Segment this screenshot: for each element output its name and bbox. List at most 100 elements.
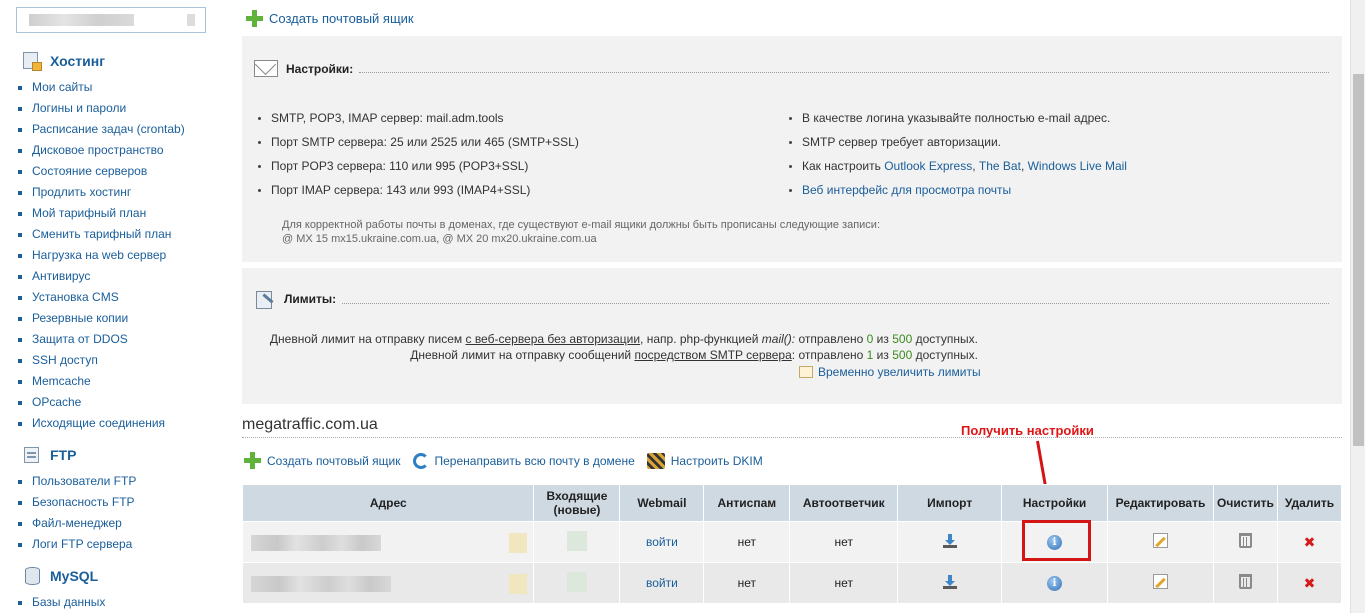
menu-item[interactable]: Memcache [18, 371, 185, 392]
menu-item[interactable]: OPcache [18, 392, 185, 413]
table-row: войти нет нет i ✖ [241, 562, 1343, 604]
plus-icon [246, 10, 263, 27]
webmail-login-link[interactable]: войти [619, 521, 705, 563]
menu-item[interactable]: Логи FTP сервера [18, 534, 136, 555]
incoming-count [533, 521, 621, 563]
settings-header: Настройки: [254, 60, 1329, 77]
antispam-status: нет [703, 521, 791, 563]
menu-item[interactable]: Дисковое пространство [18, 140, 185, 161]
edit-button[interactable] [1107, 521, 1214, 563]
menu-item[interactable]: Состояние серверов [18, 161, 185, 182]
hint-item: SMTP сервер требует авторизации. [789, 130, 1127, 154]
webmail-login-link[interactable]: войти [619, 562, 705, 604]
menu-item[interactable]: Резервные копии [18, 308, 185, 329]
menu-item[interactable]: Защита от DDOS [18, 329, 185, 350]
antispam-status: нет [703, 562, 791, 604]
autoreply-status: нет [789, 562, 899, 604]
delete-button[interactable]: ✖ [1276, 521, 1343, 563]
import-button[interactable] [897, 521, 1003, 563]
col-antispam: Антиспам [703, 484, 791, 522]
edit-button[interactable] [1107, 562, 1214, 604]
menu-item[interactable]: Логины и пароли [18, 98, 185, 119]
mx-records-note: Для корректной работы почты в доменах, г… [282, 219, 881, 245]
setting-item: SMTP, POP3, IMAP сервер: mail.adm.tools [258, 106, 579, 130]
windows-live-mail-link[interactable]: Windows Live Mail [1028, 154, 1127, 178]
menu-item[interactable]: Мой тарифный план [18, 203, 185, 224]
mailbox-address [241, 562, 535, 604]
domain-name: megatraffic.com.ua [242, 416, 378, 433]
outlook-express-link[interactable]: Outlook Express [884, 154, 972, 178]
login-hints-list: В качестве логина указывайте полностью e… [789, 106, 1127, 202]
redirect-icon [412, 452, 429, 469]
account-selector[interactable] [16, 7, 206, 33]
table-header-row: Адрес Входящие (новые) Webmail Антиспам А… [241, 484, 1343, 522]
autoreply-status: нет [789, 521, 899, 563]
mail-envelope-icon [254, 60, 278, 77]
menu-item[interactable]: Продлить хостинг [18, 182, 185, 203]
clear-button[interactable] [1212, 562, 1278, 604]
envelope-edit-icon [799, 366, 813, 378]
dkim-icon [646, 452, 665, 469]
menu-item[interactable]: SSH доступ [18, 350, 185, 371]
section-hosting-title[interactable]: Хостинг [22, 50, 105, 72]
hint-item: В качестве логина указывайте полностью e… [789, 106, 1127, 130]
menu-item[interactable]: Сменить тарифный план [18, 224, 185, 245]
menu-item[interactable]: Установка CMS [18, 287, 185, 308]
limits-panel: Лимиты: Дневной лимит на отправку писем … [242, 268, 1342, 404]
menu-item[interactable]: Нагрузка на web сервер [18, 245, 185, 266]
create-mailbox-link-top[interactable]: Создать почтовый ящик [246, 10, 414, 27]
smtp-limit-row: Дневной лимит на отправку сообщений поср… [410, 348, 978, 362]
get-settings-button[interactable]: i [1001, 521, 1108, 563]
col-webmail: Webmail [619, 484, 705, 522]
col-clear: Очистить [1212, 484, 1278, 522]
delete-x-icon: ✖ [1303, 533, 1316, 550]
page-scrollbar[interactable] [1350, 0, 1365, 613]
menu-item[interactable]: Мои сайты [18, 77, 185, 98]
redirect-all-mail-button[interactable]: Перенаправить всю почту в домене [412, 452, 635, 469]
menu-item[interactable]: Файл-менеджер [18, 513, 136, 534]
menu-item[interactable]: Пользователи FTP [18, 471, 136, 492]
info-icon: i [1047, 576, 1063, 591]
menu-item[interactable]: Расписание задач (crontab) [18, 119, 185, 140]
section-mysql-title[interactable]: MySQL [22, 565, 98, 587]
scrollbar-thumb[interactable] [1353, 74, 1364, 446]
download-icon [942, 574, 957, 589]
setting-item: Порт IMAP сервера: 143 или 993 (IMAP4+SS… [258, 178, 579, 202]
settings-panel: Настройки: SMTP, POP3, IMAP сервер: mail… [242, 36, 1342, 262]
trash-icon [1238, 533, 1252, 548]
domain-actions: Создать почтовый ящик Перенаправить всю … [244, 452, 775, 469]
configure-dkim-button[interactable]: Настроить DKIM [646, 452, 763, 469]
col-delete: Удалить [1276, 484, 1343, 522]
menu-item[interactable]: Антивирус [18, 266, 185, 287]
limits-icon [254, 288, 276, 310]
info-icon: i [1047, 535, 1063, 550]
delete-button[interactable]: ✖ [1276, 562, 1343, 604]
incoming-count [533, 562, 621, 604]
database-icon [22, 565, 44, 587]
limits-header: Лимиты: [254, 288, 1329, 310]
the-bat-link[interactable]: The Bat [979, 154, 1021, 178]
webmail-interface-link[interactable]: Веб интерфейс для просмотра почты [802, 178, 1011, 202]
get-settings-callout: Получить настройки [961, 423, 1094, 438]
delete-x-icon: ✖ [1303, 574, 1316, 591]
hosting-icon [22, 50, 44, 72]
col-autoreply: Автоответчик [789, 484, 899, 522]
account-name-redacted [29, 14, 134, 26]
account-extra-redacted [187, 14, 195, 26]
create-mailbox-button[interactable]: Создать почтовый ящик [244, 452, 401, 469]
raise-limits-link[interactable]: Временно увеличить лимиты [799, 365, 981, 379]
col-address: Адрес [241, 484, 535, 522]
col-edit: Редактировать [1107, 484, 1214, 522]
import-button[interactable] [897, 562, 1003, 604]
setting-item: Порт SMTP сервера: 25 или 2525 или 465 (… [258, 130, 579, 154]
menu-item[interactable]: Базы данных [18, 592, 105, 613]
menu-item[interactable]: Безопасность FTP [18, 492, 136, 513]
get-settings-button[interactable]: i [1001, 562, 1108, 604]
mysql-menu: Базы данных [18, 592, 105, 613]
clear-button[interactable] [1212, 521, 1278, 563]
ftp-icon [22, 444, 44, 466]
menu-item[interactable]: Исходящие соединения [18, 413, 185, 434]
section-ftp-title[interactable]: FTP [22, 444, 76, 466]
hint-item: Веб интерфейс для просмотра почты [789, 178, 1127, 202]
col-incoming: Входящие (новые) [533, 484, 621, 522]
